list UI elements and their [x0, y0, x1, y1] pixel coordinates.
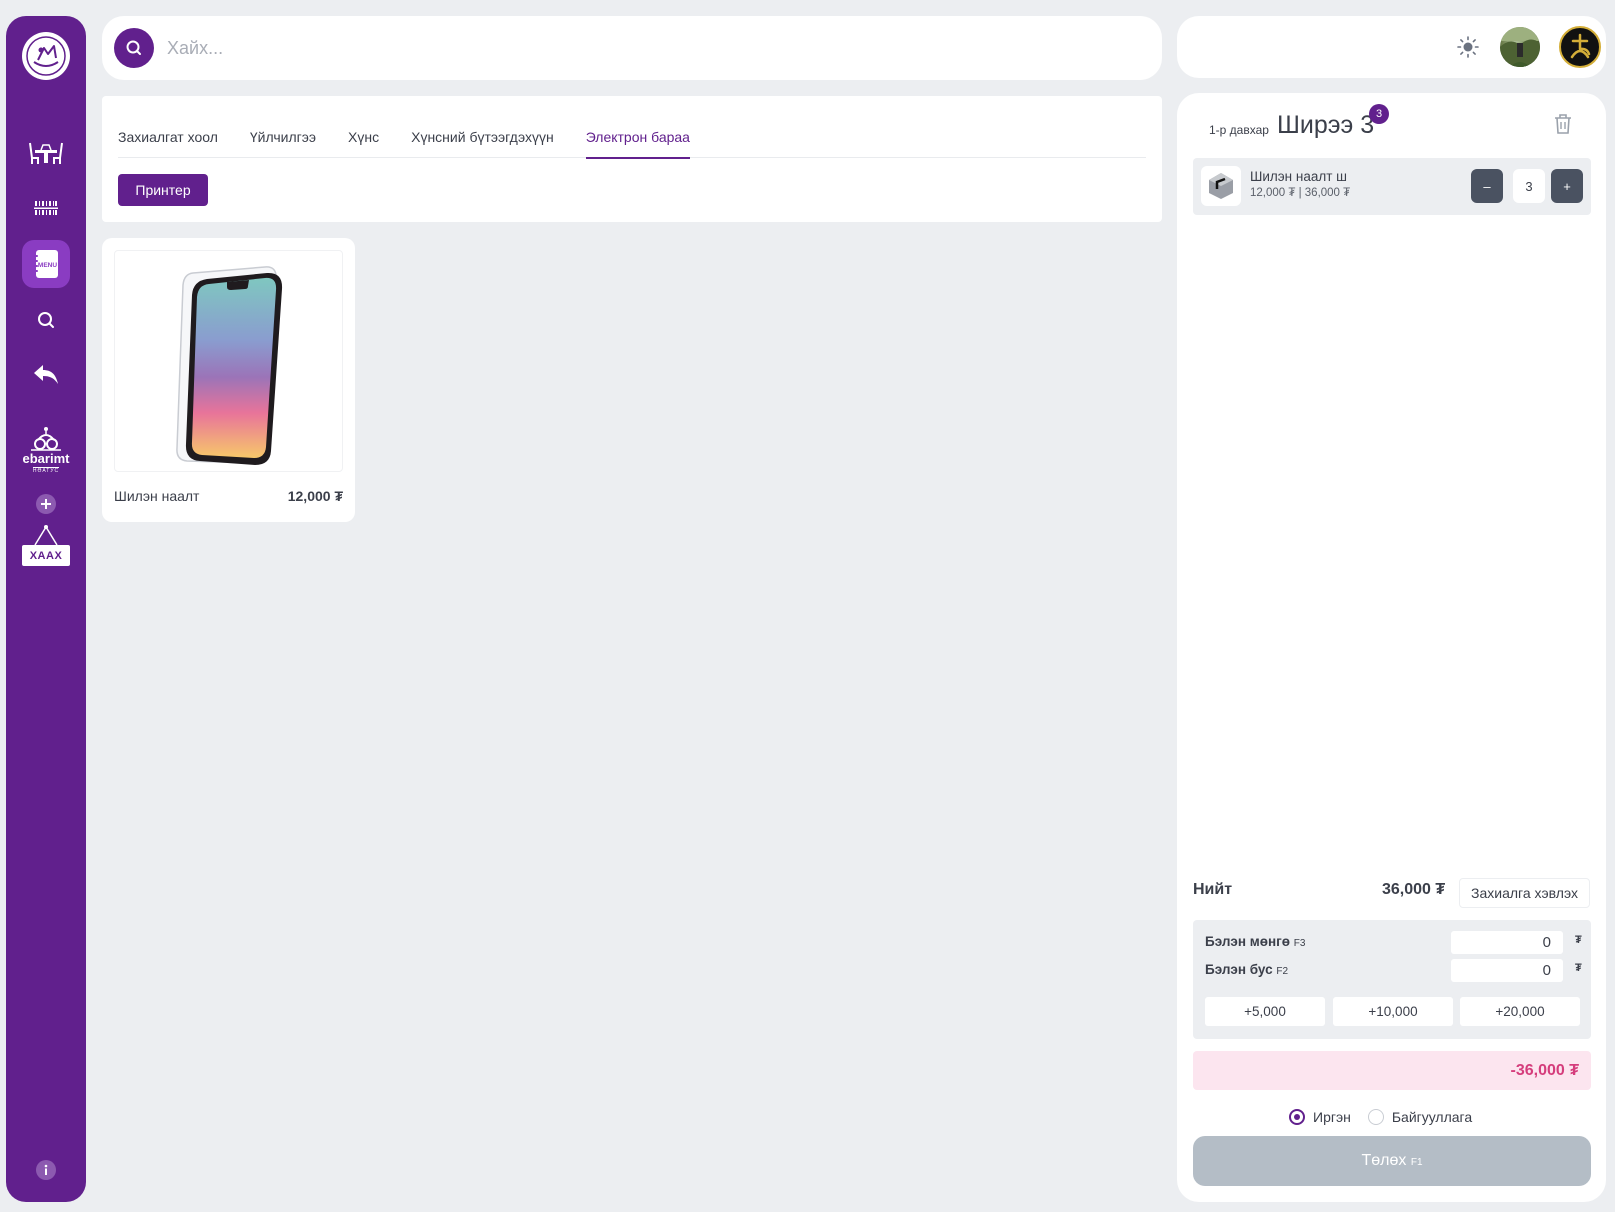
- sidebar-item-menu[interactable]: MENU: [22, 240, 70, 288]
- total-value: 36,000 ₮: [1382, 881, 1446, 898]
- add-circle-icon: [36, 494, 56, 514]
- search-button[interactable]: [114, 28, 154, 68]
- logo-icon: [26, 36, 66, 76]
- sidebar-item-add[interactable]: [22, 480, 70, 528]
- sidebar-item-ebarimt[interactable]: ebarimt НӨАТУС: [16, 412, 76, 474]
- cash-label-text: Бэлэн мөнгө: [1205, 934, 1291, 949]
- pay-button[interactable]: Төлөх F1: [1193, 1136, 1591, 1186]
- search-icon: [126, 40, 141, 55]
- search-input[interactable]: [167, 37, 1067, 59]
- customer-type-selector: Иргэн Байгууллага: [1289, 1109, 1472, 1125]
- search-icon: [38, 312, 54, 328]
- company-logo-icon: [1570, 33, 1591, 59]
- increase-quantity-button[interactable]: +: [1551, 169, 1583, 203]
- tab-ordered-food[interactable]: Захиалгат хоол: [118, 96, 218, 158]
- menu-label: MENU: [38, 262, 57, 269]
- tab-electronics[interactable]: Электрон бараа: [585, 96, 691, 159]
- barcode-icon: [34, 201, 58, 215]
- product-card[interactable]: Шилэн наалт 12,000 ₮: [102, 238, 355, 522]
- sidebar-item-tables[interactable]: [22, 130, 70, 178]
- balance-due: -36,000 ₮: [1193, 1051, 1591, 1090]
- cash-amount-input[interactable]: [1451, 931, 1563, 954]
- sidebar: MENU ebarimt НӨАТУС ХААХ: [6, 16, 86, 1202]
- top-bar-right: [1177, 16, 1606, 78]
- radio-organization[interactable]: [1367, 1109, 1384, 1125]
- search-bar: [102, 16, 1162, 80]
- noncash-label: Бэлэн бус F2: [1205, 962, 1288, 977]
- item-name: Шилэн наалт ш: [1250, 169, 1347, 184]
- company-avatar[interactable]: [1559, 26, 1601, 68]
- quick-amount-5000-button[interactable]: +5,000: [1205, 997, 1325, 1026]
- noncash-amount-input[interactable]: [1451, 959, 1563, 982]
- pay-shortcut: F1: [1410, 1157, 1423, 1168]
- order-panel: 1-р давхар Ширээ 3 3 Шилэн наалт ш 12,00…: [1177, 93, 1606, 1202]
- printer-filter-button[interactable]: Принтер: [118, 174, 208, 206]
- cash-shortcut: F3: [1293, 938, 1306, 949]
- reply-icon: [34, 365, 58, 384]
- menu-book-icon: MENU: [34, 250, 58, 278]
- noncash-shortcut: F2: [1276, 966, 1289, 977]
- radio-individual-label[interactable]: Иргэн: [1313, 1109, 1351, 1125]
- dining-table-icon: [29, 142, 63, 164]
- sun-icon: [1457, 36, 1479, 58]
- app-logo[interactable]: [22, 32, 70, 80]
- radio-individual[interactable]: [1289, 1109, 1305, 1125]
- product-name: Шилэн наалт: [114, 488, 200, 504]
- quantity-input[interactable]: [1513, 169, 1545, 203]
- tab-food[interactable]: Хүнс: [348, 96, 379, 158]
- user-photo-icon: [1500, 27, 1540, 67]
- quick-amount-20000-button[interactable]: +20,000: [1460, 997, 1580, 1026]
- pay-button-label: Төлөх: [1361, 1152, 1407, 1169]
- table-name: Ширээ 3: [1277, 111, 1375, 139]
- cash-currency: ₮: [1575, 934, 1582, 946]
- sidebar-item-info[interactable]: [22, 1146, 70, 1194]
- item-thumbnail: [1201, 166, 1241, 206]
- clear-order-button[interactable]: [1553, 113, 1573, 140]
- noncash-label-text: Бэлэн бус: [1205, 962, 1273, 977]
- cash-label: Бэлэн мөнгө F3: [1205, 934, 1305, 949]
- product-price: 12,000 ₮: [287, 488, 343, 504]
- quick-amount-10000-button[interactable]: +10,000: [1333, 997, 1453, 1026]
- category-tabs: Захиалгат хоол Үйлчилгээ Хүнс Хүнсний бү…: [118, 96, 1146, 159]
- order-count-badge: 3: [1369, 104, 1389, 124]
- sidebar-item-search[interactable]: [22, 296, 70, 344]
- radio-organization-label[interactable]: Байгууллага: [1392, 1109, 1472, 1125]
- phone-screen-protector-image: [176, 266, 283, 465]
- close-label: ХААХ: [22, 545, 70, 566]
- sidebar-item-barcode[interactable]: [22, 184, 70, 232]
- payment-box: Бэлэн мөнгө F3 ₮ Бэлэн бус F2 ₮ +5,000 +…: [1193, 920, 1591, 1039]
- decrease-quantity-button[interactable]: –: [1471, 169, 1503, 203]
- product-image: [114, 250, 343, 472]
- user-avatar[interactable]: [1500, 27, 1540, 67]
- info-icon: [36, 1160, 56, 1180]
- item-price-detail: 12,000 ₮ | 36,000 ₮: [1250, 187, 1351, 199]
- tab-services[interactable]: Үйлчилгээ: [250, 96, 316, 158]
- ebarimt-sublabel: НӨАТУС: [32, 467, 60, 474]
- close-sign-icon: [34, 525, 58, 546]
- theme-toggle-button[interactable]: [1457, 36, 1479, 63]
- print-order-button[interactable]: Захиалга хэвлэх: [1459, 878, 1590, 908]
- tab-food-products[interactable]: Хүнсний бүтээгдэхүүн: [411, 96, 554, 158]
- product-thumbnail-icon: [1209, 173, 1233, 199]
- category-panel: Захиалгат хоол Үйлчилгээ Хүнс Хүнсний бү…: [102, 96, 1162, 222]
- trash-icon: [1555, 114, 1571, 134]
- ebarimt-label: ebarimt: [22, 451, 70, 466]
- order-item: Шилэн наалт ш 12,000 ₮ | 36,000 ₮ – +: [1193, 158, 1591, 215]
- sidebar-item-back[interactable]: [22, 350, 70, 398]
- noncash-currency: ₮: [1575, 962, 1582, 974]
- total-label: Нийт: [1193, 881, 1233, 898]
- ebarimt-icon: [31, 427, 61, 451]
- floor-label: 1-р давхар: [1209, 123, 1269, 137]
- sidebar-item-close[interactable]: ХААХ: [22, 524, 70, 566]
